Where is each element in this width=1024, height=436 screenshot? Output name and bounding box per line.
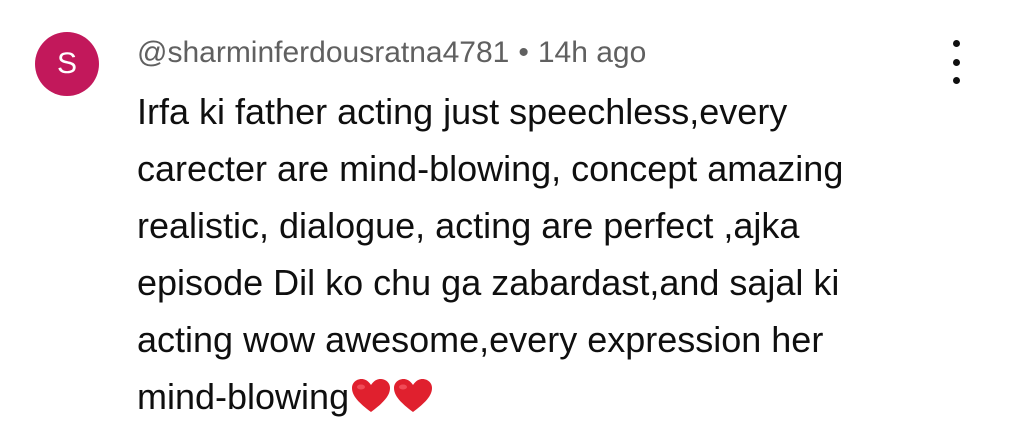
username[interactable]: @sharminferdousratna4781: [137, 36, 509, 69]
comment-last-line: mind-blowing: [137, 368, 997, 425]
comment-line: mind-blowing: [137, 376, 350, 417]
timestamp: 14h ago: [537, 36, 647, 69]
menu-dot: [952, 40, 960, 47]
more-vert-icon[interactable]: [938, 40, 974, 84]
comment-line: episode Dil ko chu ga zabardast,and saja…: [137, 262, 840, 303]
menu-dot: [952, 58, 960, 66]
comment-meta: @sharminferdousratna4781 • 14h ago: [137, 33, 646, 73]
comment-line: carecter are mind-blowing, concept amazi…: [137, 148, 844, 189]
comment-text: Irfa ki father acting just speechless,ev…: [137, 83, 997, 425]
heart-emoji-icon: [393, 378, 433, 414]
heart-emoji-icon: [351, 378, 391, 414]
comment-line: Irfa ki father acting just speechless,ev…: [137, 91, 788, 132]
comment-item: S @sharminferdousratna4781 • 14h ago Irfa …: [0, 0, 1024, 436]
avatar[interactable]: S: [35, 32, 99, 96]
meta-separator: •: [518, 36, 529, 69]
avatar-letter: S: [56, 47, 77, 80]
comment-line: acting wow awesome,every expression her: [137, 319, 824, 360]
comment-line: realistic, dialogue, acting are perfect …: [137, 205, 800, 246]
